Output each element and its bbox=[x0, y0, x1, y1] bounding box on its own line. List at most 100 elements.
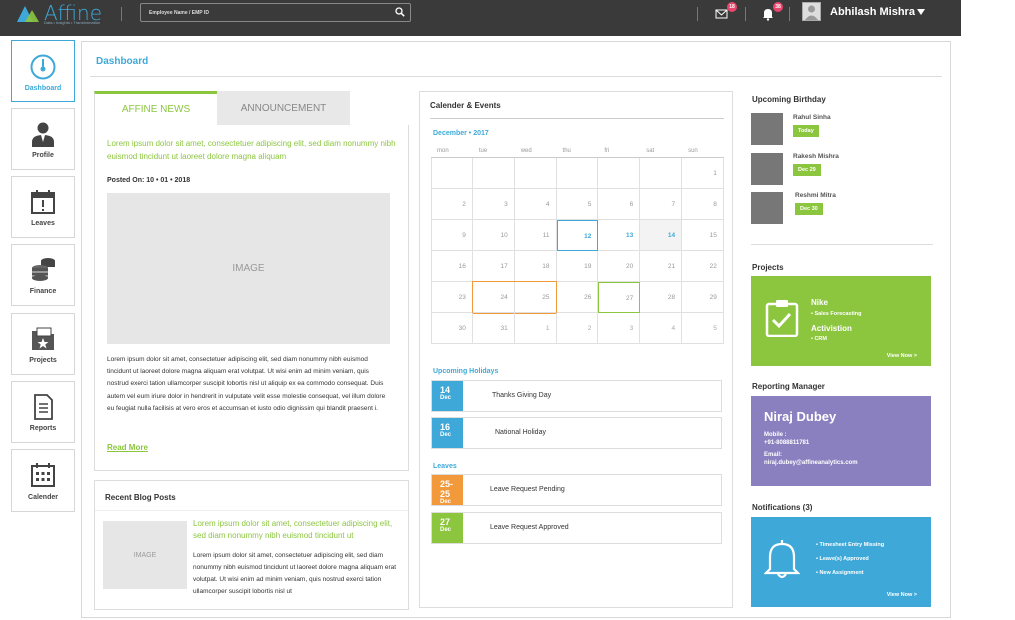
leave-row[interactable]: 27 Dec Leave Request Approved bbox=[431, 512, 722, 544]
calendar-week: 30 31 1 2 3 4 5 bbox=[431, 313, 724, 344]
calendar-month[interactable]: December • 2017 bbox=[433, 130, 489, 137]
calendar-day[interactable]: 6 bbox=[598, 189, 641, 220]
sidebar-item-leaves[interactable]: Leaves bbox=[11, 176, 75, 238]
logo-tagline: Data • Insights • Transformation bbox=[44, 20, 101, 25]
sidebar-item-projects[interactable]: Projects bbox=[11, 313, 75, 375]
calendar-day-leave-approved[interactable]: 27 bbox=[598, 282, 641, 313]
calendar-day[interactable]: 3 bbox=[472, 189, 515, 220]
notifications-title: Notifications (3) bbox=[752, 503, 813, 512]
calendar-day[interactable] bbox=[640, 158, 683, 189]
calendar-day[interactable]: 2 bbox=[431, 189, 473, 220]
calendar-day[interactable]: 20 bbox=[598, 251, 641, 282]
projects-card[interactable]: Nike • Sales Forecasting Activistion • C… bbox=[751, 276, 931, 366]
calendar-day-holiday[interactable]: 14 bbox=[640, 220, 683, 251]
calendar-day[interactable] bbox=[431, 158, 473, 189]
calendar-day[interactable]: 22 bbox=[682, 251, 724, 282]
manager-email-label: Email: bbox=[764, 452, 783, 458]
tab-affine-news[interactable]: AFFINE NEWS bbox=[94, 91, 217, 125]
calendar-day-leave-pending[interactable]: 25 bbox=[514, 282, 557, 313]
holidays-title: Upcoming Holidays bbox=[433, 368, 499, 375]
projects-title: Projects bbox=[752, 263, 784, 272]
calendar-day[interactable]: 4 bbox=[514, 189, 557, 220]
calendar-day[interactable]: 26 bbox=[556, 282, 599, 313]
calendar-day[interactable] bbox=[556, 158, 599, 189]
search-icon[interactable] bbox=[395, 7, 405, 17]
calendar-day[interactable]: 18 bbox=[514, 251, 557, 282]
calendar-day[interactable]: 5 bbox=[556, 189, 599, 220]
calendar-day-event[interactable]: 13 bbox=[598, 220, 641, 251]
sidebar-item-finance[interactable]: Finance bbox=[11, 244, 75, 306]
sidebar-item-reports[interactable]: Reports bbox=[11, 381, 75, 443]
leave-date: 27 Dec bbox=[432, 513, 463, 543]
calendar-day[interactable]: 11 bbox=[514, 220, 557, 251]
calendar-day[interactable]: 10 bbox=[472, 220, 515, 251]
calendar-day-today[interactable]: 12 bbox=[556, 220, 599, 251]
blog-headline[interactable]: Lorem ipsum dolor sit amet, consectetuer… bbox=[193, 518, 403, 542]
notification-item[interactable]: • Timesheet Entry Missing bbox=[816, 542, 884, 548]
notify-badge: 38 bbox=[773, 2, 783, 12]
manager-mobile[interactable]: +91-8088811781 bbox=[764, 440, 809, 446]
user-avatar[interactable] bbox=[802, 2, 821, 21]
holiday-row[interactable]: 14 Dec Thanks Giving Day bbox=[431, 380, 722, 412]
calendar-day[interactable]: 30 bbox=[431, 313, 473, 344]
calendar-day[interactable]: 21 bbox=[640, 251, 683, 282]
weekday-label: mon bbox=[437, 148, 449, 154]
calendar-day[interactable]: 4 bbox=[640, 313, 683, 344]
calendar-day[interactable] bbox=[598, 158, 641, 189]
birthday-name[interactable]: Rakesh Mishra bbox=[793, 153, 839, 160]
read-more-link[interactable]: Read More bbox=[107, 443, 148, 452]
mail-button[interactable]: 18 bbox=[715, 2, 737, 20]
calendar-day[interactable]: 23 bbox=[431, 282, 473, 313]
calendar-day[interactable]: 1 bbox=[514, 313, 557, 344]
projects-view-now-link[interactable]: View Now > bbox=[887, 353, 917, 359]
news-tabs: AFFINE NEWS ANNOUNCEMENT bbox=[94, 91, 350, 125]
calendar-day[interactable]: 31 bbox=[472, 313, 515, 344]
calendar-day[interactable] bbox=[514, 158, 557, 189]
notifications-button[interactable]: 38 bbox=[761, 2, 783, 21]
calendar-day[interactable]: 5 bbox=[682, 313, 724, 344]
leave-month: Dec bbox=[440, 499, 452, 505]
calendar-day[interactable] bbox=[472, 158, 515, 189]
calendar-day[interactable]: 7 bbox=[640, 189, 683, 220]
sidebar-item-profile[interactable]: Profile bbox=[11, 108, 75, 170]
leave-date: 25-25 Dec bbox=[432, 475, 463, 505]
news-headline[interactable]: Lorem ipsum dolor sit amet, consectetuer… bbox=[107, 137, 397, 163]
birthday-name[interactable]: Rahul Sinha bbox=[793, 114, 831, 121]
calendar-day[interactable]: 8 bbox=[682, 189, 724, 220]
birthday-name[interactable]: Reshmi Mitra bbox=[795, 192, 836, 199]
calendar-day[interactable]: 2 bbox=[556, 313, 599, 344]
notification-item[interactable]: • New Assignment bbox=[816, 570, 864, 576]
calendar-day[interactable]: 1 bbox=[682, 158, 724, 189]
calendar-events-panel: Calender & Events December • 2017 mon tu… bbox=[419, 91, 733, 608]
holiday-row[interactable]: 16 Dec National Holiday bbox=[431, 417, 722, 449]
weekday-label: thu bbox=[562, 148, 571, 154]
notifications-view-now-link[interactable]: View Now > bbox=[887, 592, 917, 598]
calendar-day[interactable]: 15 bbox=[682, 220, 724, 251]
avatar bbox=[751, 192, 783, 224]
notification-item[interactable]: • Leave(s) Approved bbox=[816, 556, 869, 562]
sidebar-item-calender[interactable]: Calender bbox=[11, 449, 75, 512]
holiday-day: 16 bbox=[440, 422, 451, 432]
user-menu-chevron-down-icon[interactable] bbox=[917, 9, 925, 15]
notifications-card[interactable]: • Timesheet Entry Missing • Leave(s) App… bbox=[751, 517, 931, 607]
calendar-day[interactable]: 16 bbox=[431, 251, 473, 282]
calendar-day[interactable]: 19 bbox=[556, 251, 599, 282]
divider bbox=[745, 7, 746, 21]
leave-day: 27 bbox=[440, 517, 451, 527]
calendar-day[interactable]: 28 bbox=[640, 282, 683, 313]
calendar-day[interactable]: 29 bbox=[682, 282, 724, 313]
sidebar-item-dashboard[interactable]: Dashboard bbox=[11, 40, 75, 102]
calendar-day[interactable]: 3 bbox=[598, 313, 641, 344]
leave-row[interactable]: 25-25 Dec Leave Request Pending bbox=[431, 474, 722, 506]
manager-email[interactable]: niraj.dubey@affineanalytics.com bbox=[764, 460, 858, 466]
calendar-week: 2 3 4 5 6 7 8 bbox=[431, 189, 724, 220]
search-input[interactable] bbox=[149, 6, 379, 19]
username[interactable]: Abhilash Mishra bbox=[830, 6, 915, 18]
birthday-date-badge: Dec 30 bbox=[795, 203, 823, 215]
blog-body: Lorem ipsum dolor sit amet, consectetuer… bbox=[193, 552, 397, 595]
calendar-day[interactable]: 9 bbox=[431, 220, 473, 251]
calendar-day-leave-pending[interactable]: 24 bbox=[472, 282, 515, 313]
weekday-label: sat bbox=[646, 148, 655, 154]
calendar-day[interactable]: 17 bbox=[472, 251, 515, 282]
tab-announcement[interactable]: ANNOUNCEMENT bbox=[217, 91, 350, 125]
